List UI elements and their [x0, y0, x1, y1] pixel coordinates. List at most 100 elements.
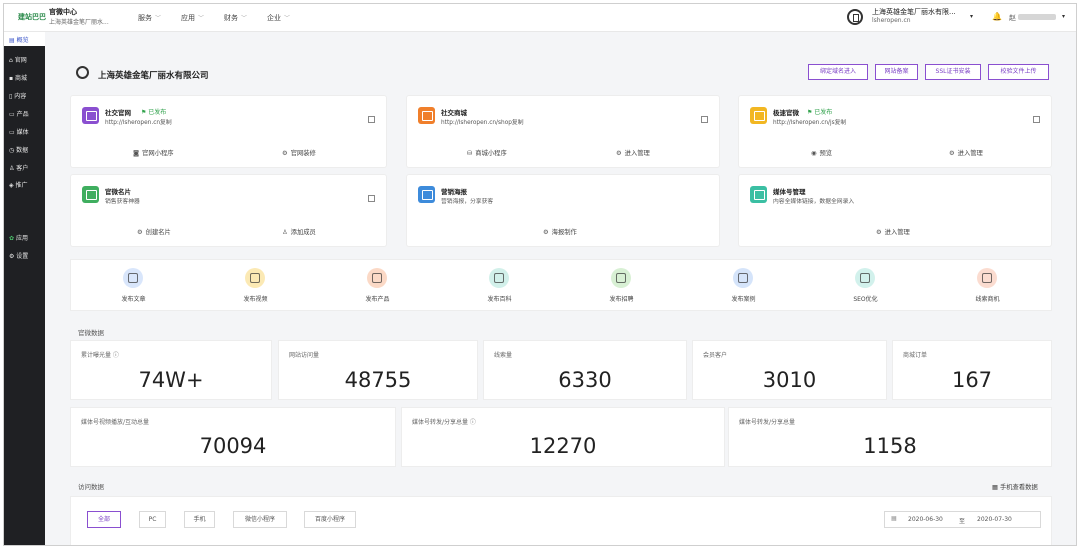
stat-card: 媒体号转发/分享总量 ⓘ 12270 — [402, 408, 724, 466]
filter-mobile-button[interactable]: 手机 — [184, 511, 215, 528]
card-url[interactable]: http://lsheropen.cn复制 — [105, 117, 172, 126]
stat-card: 网站访问量 48755 — [279, 341, 477, 399]
brand-subtitle: 上海英雄金笔厂丽水... — [49, 19, 109, 26]
gear-icon: ⚙ — [949, 150, 955, 157]
verify-file-upload-button[interactable]: 校验文件上传 — [988, 64, 1049, 80]
poster-icon — [418, 186, 435, 203]
gift-icon — [367, 268, 387, 288]
top-bar: 建站巴巴 官微中心 上海英雄金笔厂丽水... 服务 ﹀ 应用 ﹀ 财务 ﹀ 企业 ﹀ 上… — [4, 4, 1076, 32]
ssl-install-button[interactable]: SSL证书安装 — [925, 64, 981, 80]
stat-card: 累计曝光量 ⓘ 74W+ — [71, 341, 271, 399]
fast-site-icon — [750, 107, 767, 124]
quick-publish-job[interactable]: 发布招聘 — [559, 260, 684, 310]
main-content: 上海英雄金笔厂丽水有限公司 绑定域名进入 网站备案 SSL证书安装 校验文件上传… — [45, 32, 1076, 545]
nav-item-finance[interactable]: 财务 ﹀ — [224, 13, 247, 23]
site-switcher-domain: lsheropen.cn — [872, 17, 911, 24]
nav-item-enterprise[interactable]: 企业 ﹀ — [267, 13, 290, 23]
chevron-down-icon: ﹀ — [241, 15, 248, 22]
qrcode-icon[interactable] — [368, 195, 375, 202]
mall-miniprogram-link[interactable]: ⛁ 商城小程序 — [467, 148, 507, 157]
bind-domain-button[interactable]: 绑定域名进入 — [808, 64, 868, 80]
quick-publish-case[interactable]: 发布案例 — [681, 260, 806, 310]
sidebar-item-media[interactable]: ▭ 媒体 — [9, 127, 29, 136]
filter-all-button[interactable]: 全部 — [87, 511, 121, 528]
quick-publish-product[interactable]: 发布产品 — [315, 260, 440, 310]
user-name-blurred — [1018, 14, 1056, 20]
stat-card: 商城订单 167 — [893, 341, 1051, 399]
site-filing-button[interactable]: 网站备案 — [875, 64, 918, 80]
sidebar-item-promotion[interactable]: ◈ 推广 — [9, 180, 28, 189]
sidebar-item-mall[interactable]: ▪ 商城 — [9, 73, 27, 82]
card-title: 营销海报 — [441, 188, 467, 196]
eye-icon: ◉ — [811, 150, 817, 157]
card-title: 社交官网 — [105, 109, 131, 117]
apps-icon: ✿ — [9, 235, 16, 242]
bell-icon[interactable]: 🔔 — [992, 12, 1002, 21]
gear-icon: ⚙ — [616, 150, 622, 157]
user-add-icon: ♙ — [282, 229, 288, 236]
sidebar-item-apps[interactable]: ✿ 应用 — [9, 233, 28, 242]
stat-card: 线索量 6330 — [484, 341, 686, 399]
grid-icon: ▤ — [9, 37, 17, 44]
card-title: 官微名片 — [105, 188, 131, 196]
card-url[interactable]: http://lsheropen.cn/shop复制 — [441, 117, 524, 126]
card-business-card: 官微名片 销售获客神器 ⚙ 创建名片 ♙ 添加成员 — [71, 175, 386, 246]
book-icon — [489, 268, 509, 288]
play-icon — [245, 268, 265, 288]
sidebar-item-customer[interactable]: ♙ 客户 — [9, 163, 28, 172]
user-name[interactable]: 赵 — [1009, 13, 1016, 23]
preview-link[interactable]: ◉ 预览 — [811, 148, 832, 157]
company-emblem-icon — [76, 66, 89, 79]
site-switcher-name[interactable]: 上海英雄金笔厂丽水有限... — [872, 7, 956, 17]
nav-item-service[interactable]: 服务 ﹀ — [138, 13, 161, 23]
published-badge: ⚑ 已发布 — [807, 109, 833, 116]
sidebar: ▤ 概览 ⌂ 官网 ▪ 商城 ▯ 内容 ▭ 产品 ▭ 媒体 ◷ 数据 ♙ 客户 … — [4, 32, 45, 545]
caret-down-icon[interactable]: ▾ — [970, 13, 973, 20]
sidebar-item-data[interactable]: ◷ 数据 — [9, 145, 28, 154]
stat-card: 媒体号转发/分享总量 1158 — [729, 408, 1051, 466]
filter-wechat-miniprogram-button[interactable]: 微信小程序 — [233, 511, 287, 528]
search-icon — [855, 268, 875, 288]
card-fast-site: 极速官微 ⚑ 已发布 http://lsheropen.cn/js复制 ◉ 预览 … — [739, 96, 1051, 167]
gear-icon: ⚙ — [543, 229, 549, 236]
mall-manage-link[interactable]: ⚙ 进入管理 — [616, 148, 650, 157]
qrcode-icon[interactable] — [701, 116, 708, 123]
date-to: 2020-07-30 — [977, 516, 1012, 523]
card-poster: 营销海报 营销海报，分享获客 ⚙ 海报制作 — [407, 175, 719, 246]
date-separator: 至 — [959, 518, 966, 525]
card-title: 极速官微 — [773, 109, 799, 117]
media-icon: ▭ — [9, 129, 17, 136]
sidebar-item-settings[interactable]: ⚙ 设置 — [9, 251, 28, 260]
sidebar-item-website[interactable]: ⌂ 官网 — [9, 55, 27, 64]
media-account-icon — [750, 186, 767, 203]
qrcode-icon[interactable] — [1033, 116, 1040, 123]
qrcode-icon[interactable] — [368, 116, 375, 123]
sidebar-item-overview[interactable]: ▤ 概览 — [4, 32, 45, 46]
media-manage-link[interactable]: ⚙ 进入管理 — [876, 227, 910, 236]
sidebar-item-content[interactable]: ▯ 内容 — [9, 91, 26, 100]
quick-publish-article[interactable]: 发布文章 — [71, 260, 196, 310]
filter-baidu-miniprogram-button[interactable]: 百度小程序 — [304, 511, 356, 528]
card-subtitle: 营销海报，分享获客 — [441, 199, 494, 205]
create-card-link[interactable]: ⚙ 创建名片 — [137, 227, 171, 236]
date-range-picker[interactable]: ▦ 2020-06-30 至 2020-07-30 — [884, 511, 1041, 528]
sidebar-item-product[interactable]: ▭ 产品 — [9, 109, 29, 118]
box-icon: ▭ — [9, 111, 17, 118]
filter-pc-button[interactable]: PC — [139, 511, 166, 528]
app-window: 建站巴巴 官微中心 上海英雄金笔厂丽水... 服务 ﹀ 应用 ﹀ 财务 ﹀ 企业 ﹀ 上… — [3, 3, 1077, 546]
quick-publish-wiki[interactable]: 发布百科 — [437, 260, 562, 310]
fast-site-manage-link[interactable]: ⚙ 进入管理 — [949, 148, 983, 157]
quick-seo[interactable]: SEO优化 — [803, 260, 928, 310]
card-url[interactable]: http://lsheropen.cn/js复制 — [773, 117, 846, 126]
nav-item-apps[interactable]: 应用 ﹀ — [181, 13, 204, 23]
website-miniprogram-link[interactable]: ◙ 官网小程序 — [133, 148, 174, 157]
make-poster-link[interactable]: ⚙ 海报制作 — [543, 227, 577, 236]
website-decorate-link[interactable]: ⚙ 官网装修 — [282, 148, 316, 157]
quick-publish-video[interactable]: 发布视频 — [193, 260, 318, 310]
visit-filter-box: 全部 PC 手机 微信小程序 百度小程序 ▦ 2020-06-30 至 2020… — [71, 497, 1051, 545]
mobile-view-data-link[interactable]: ▦ 手机查看数据 — [992, 482, 1038, 491]
quick-actions-bar: 发布文章 发布视频 发布产品 发布百科 发布招聘 发布案例 SEO优化 线索商机 — [71, 260, 1051, 310]
add-member-link[interactable]: ♙ 添加成员 — [282, 227, 316, 236]
caret-down-icon[interactable]: ▾ — [1062, 13, 1065, 20]
quick-leads[interactable]: 线索商机 — [925, 260, 1050, 310]
